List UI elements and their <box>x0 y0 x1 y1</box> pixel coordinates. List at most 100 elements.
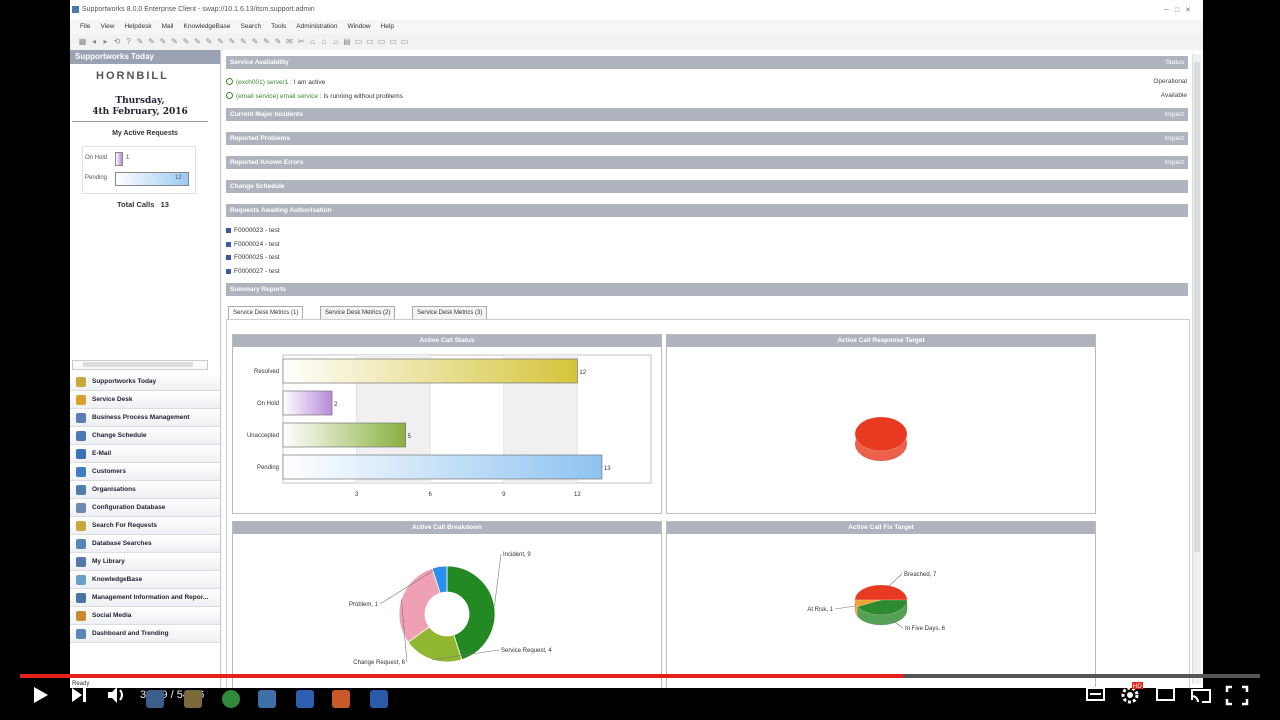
tab-metrics-1[interactable]: Service Desk Metrics (1) <box>228 306 304 320</box>
left-panel-hscrollbar[interactable] <box>72 360 208 370</box>
nav-item[interactable]: Management Information and Repor... <box>70 589 220 607</box>
toolbar-icon[interactable]: ✉ <box>285 37 294 46</box>
request-id[interactable]: F0000025 - test <box>234 254 280 261</box>
taskbar-app-icon[interactable] <box>184 690 202 708</box>
toolbar-icon[interactable]: ⟲ <box>113 37 122 46</box>
nav-item[interactable]: Service Desk <box>70 391 220 409</box>
request-link[interactable]: F0000027 - test <box>226 268 280 275</box>
menu-item[interactable]: Helpdesk <box>124 23 151 30</box>
toolbar-icon[interactable]: ▦ <box>78 37 87 46</box>
service-item[interactable]: (exch001) server1 : I am active <box>226 78 325 86</box>
toolbar-icon[interactable]: ▤ <box>343 37 352 46</box>
menu-item[interactable]: Window <box>347 23 370 30</box>
menu-item[interactable]: Tools <box>271 23 286 30</box>
nav-item[interactable]: Customers <box>70 463 220 481</box>
toolbar-icon[interactable]: ? <box>124 37 133 46</box>
library-icon <box>76 557 86 567</box>
toolbar-icon[interactable]: ▭ <box>354 37 363 46</box>
bar-label-onhold: On Hold <box>85 155 108 161</box>
powerpoint-icon[interactable] <box>332 690 350 708</box>
taskbar-app-icon[interactable] <box>258 690 276 708</box>
fix-target-panel: Active Call Fix Target Breached, 7 In Fiv… <box>666 521 1096 688</box>
subtitles-icon[interactable] <box>1086 687 1105 701</box>
menu-item[interactable]: File <box>80 23 90 30</box>
bar[interactable] <box>282 390 333 416</box>
toolbar-icon[interactable]: ✎ <box>193 37 202 46</box>
nav-item[interactable]: Business Process Management <box>70 409 220 427</box>
menu-item[interactable]: View <box>100 23 114 30</box>
service-name[interactable]: (exch001) server1 <box>236 79 288 86</box>
toolbar-icon[interactable]: ✎ <box>205 37 214 46</box>
toolbar-icon[interactable]: ▭ <box>377 37 386 46</box>
menu-item[interactable]: Search <box>240 23 261 30</box>
toolbar-icon[interactable]: ✎ <box>239 37 248 46</box>
nav-item[interactable]: Search For Requests <box>70 517 220 535</box>
nav-item[interactable]: My Library <box>70 553 220 571</box>
pie-slice[interactable] <box>854 416 908 452</box>
tab-metrics-2[interactable]: Service Desk Metrics (2) <box>320 306 396 320</box>
request-link[interactable]: F0000024 - test <box>226 241 280 248</box>
toolbar-icon[interactable]: ▸ <box>101 37 110 46</box>
toolbar-icon[interactable]: ⌂ <box>308 37 317 46</box>
theater-mode-icon[interactable] <box>1156 687 1175 701</box>
toolbar-icon[interactable]: ✎ <box>262 37 271 46</box>
menu-item[interactable]: Administration <box>296 23 337 30</box>
service-item[interactable]: (email service) email service : Is runni… <box>226 92 403 100</box>
service-name[interactable]: (email service) email service <box>236 93 318 100</box>
onhold-bar[interactable] <box>115 152 123 166</box>
taskbar-app-icon[interactable] <box>146 690 164 708</box>
word-icon[interactable] <box>370 690 388 708</box>
chrome-icon[interactable] <box>222 690 240 708</box>
window-controls[interactable]: ─□✕ <box>1164 6 1197 14</box>
request-id[interactable]: F0000024 - test <box>234 241 280 248</box>
toolbar-icon[interactable]: ✎ <box>147 37 156 46</box>
scroll-thumb[interactable] <box>1194 62 1200 552</box>
nav-item[interactable]: Change Schedule <box>70 427 220 445</box>
request-id[interactable]: F0000023 - test <box>234 227 280 234</box>
bar[interactable] <box>282 358 578 384</box>
scroll-thumb[interactable] <box>83 362 193 367</box>
main-vscrollbar[interactable] <box>1192 54 1201 684</box>
toolbar-icon[interactable]: ✂ <box>297 37 306 46</box>
toolbar-icon[interactable]: ◂ <box>90 37 99 46</box>
nav-item[interactable]: KnowledgeBase <box>70 571 220 589</box>
taskbar-app-icon[interactable] <box>296 690 314 708</box>
bar[interactable] <box>282 422 407 448</box>
toolbar-icon[interactable]: ✎ <box>136 37 145 46</box>
request-id[interactable]: F0000027 - test <box>234 268 280 275</box>
toolbar-icon[interactable]: ▭ <box>400 37 409 46</box>
toolbar-icon[interactable]: ⌂ <box>320 37 329 46</box>
tab-metrics-3[interactable]: Service Desk Metrics (3) <box>412 306 488 320</box>
settings-icon[interactable]: HD <box>1121 682 1143 704</box>
nav-item[interactable]: Supportworks Today <box>70 373 220 391</box>
toolbar-icon[interactable]: ✎ <box>170 37 179 46</box>
nav-item[interactable]: Organisations <box>70 481 220 499</box>
nav-item[interactable]: Dashboard and Trending <box>70 625 220 643</box>
request-link[interactable]: F0000023 - test <box>226 227 280 234</box>
toolbar-icon[interactable]: ✎ <box>251 37 260 46</box>
toolbar-icon[interactable]: ▭ <box>366 37 375 46</box>
bar[interactable] <box>282 454 603 480</box>
nav-item[interactable]: Database Searches <box>70 535 220 553</box>
menu-item[interactable]: Help <box>381 23 394 30</box>
cast-icon[interactable] <box>1191 689 1211 703</box>
toolbar-icon[interactable]: ▭ <box>389 37 398 46</box>
nav-item[interactable]: E-Mail <box>70 445 220 463</box>
toolbar-icon[interactable]: ✎ <box>228 37 237 46</box>
nav-item[interactable]: Social Media <box>70 607 220 625</box>
toolbar-icon[interactable]: ✎ <box>274 37 283 46</box>
menu-item[interactable]: Mail <box>162 23 174 30</box>
fullscreen-icon[interactable] <box>1225 685 1249 706</box>
pie-slice[interactable] <box>854 584 908 601</box>
menu-item[interactable]: KnowledgeBase <box>184 23 231 30</box>
toolbar-icon[interactable]: ✎ <box>182 37 191 46</box>
toolbar-icon[interactable]: ✎ <box>216 37 225 46</box>
next-icon[interactable] <box>72 688 86 702</box>
request-link[interactable]: F0000025 - test <box>226 254 280 261</box>
nav-item[interactable]: Configuration Database <box>70 499 220 517</box>
volume-icon[interactable] <box>108 687 123 703</box>
toolbar-icon[interactable]: ⌂ <box>331 37 340 46</box>
play-icon[interactable] <box>34 687 48 703</box>
toolbar-icon[interactable]: ✎ <box>159 37 168 46</box>
nav-item-label: KnowledgeBase <box>92 576 143 583</box>
